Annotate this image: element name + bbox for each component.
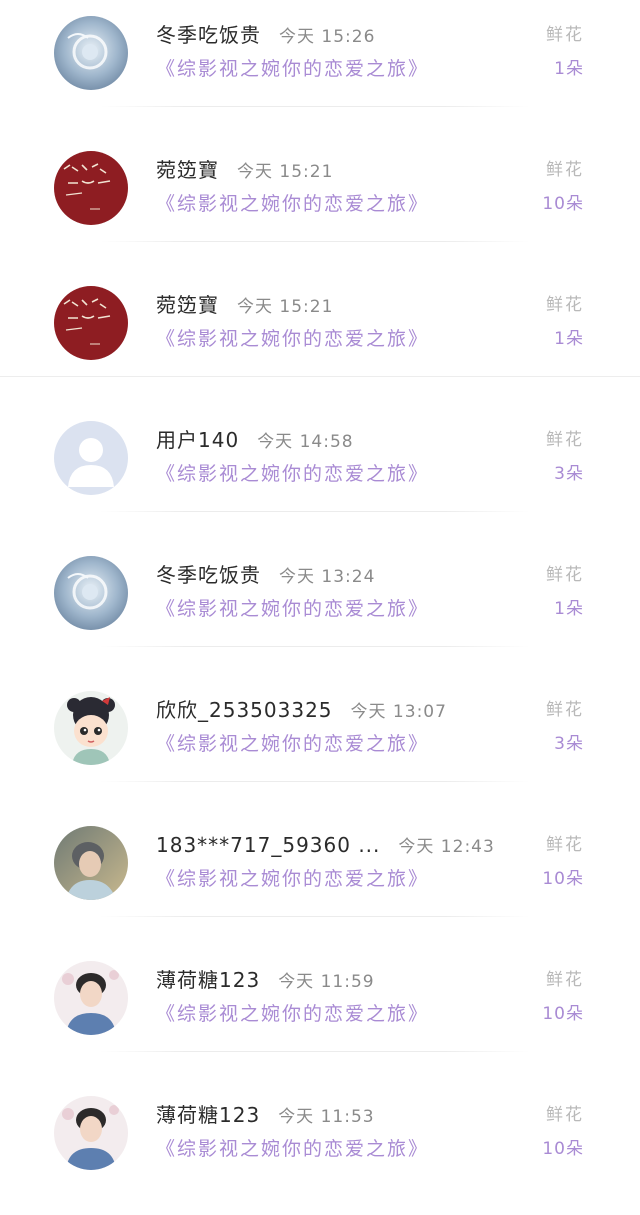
username[interactable]: 菀笾寶 [156, 158, 219, 182]
avatar[interactable] [54, 961, 128, 1035]
timestamp: 今天 15:21 [237, 297, 334, 317]
name-line: 菀笾寶 今天 15:21 [156, 155, 333, 185]
gift-count: 1朵 [554, 59, 584, 79]
divider [100, 511, 530, 512]
gift-label: 鲜花 [546, 700, 584, 720]
divider [0, 376, 640, 377]
book-title[interactable]: 《综影视之婉你的恋爱之旅》 [156, 1134, 429, 1164]
name-line: 薄荷糖123 今天 11:59 [156, 965, 375, 995]
red-calligraphy-avatar-icon [54, 151, 128, 225]
list-item[interactable]: 183***717_59360 ... 今天 12:43 《综影视之婉你的恋爱之旅… [0, 810, 640, 945]
book-title[interactable]: 《综影视之婉你的恋爱之旅》 [156, 864, 429, 894]
photo-boy-avatar-icon [54, 826, 128, 900]
gift-label: 鲜花 [546, 295, 584, 315]
timestamp: 今天 15:21 [237, 162, 334, 182]
gift-count: 10朵 [542, 1004, 584, 1024]
red-calligraphy-avatar-icon [54, 286, 128, 360]
book-title[interactable]: 《综影视之婉你的恋爱之旅》 [156, 324, 429, 354]
name-line: 薄荷糖123 今天 11:53 [156, 1100, 375, 1130]
book-title[interactable]: 《综影视之婉你的恋爱之旅》 [156, 999, 429, 1029]
list-item[interactable]: 冬季吃饭贵 今天 13:24 《综影视之婉你的恋爱之旅》 鲜花 1朵 [0, 540, 640, 675]
gift-record-list: 冬季吃饭贵 今天 15:26 《综影视之婉你的恋爱之旅》 鲜花 1朵 菀笾寶 今天 … [0, 0, 640, 1193]
list-item[interactable]: 薄荷糖123 今天 11:59 《综影视之婉你的恋爱之旅》 鲜花 10朵 [0, 945, 640, 1080]
gift-label: 鲜花 [546, 25, 584, 45]
gift-label: 鲜花 [546, 565, 584, 585]
boy-blue-sweater-avatar-icon [54, 961, 128, 1035]
gift-label: 鲜花 [546, 160, 584, 180]
gift-count: 10朵 [542, 1139, 584, 1159]
username[interactable]: 冬季吃饭贵 [156, 23, 261, 47]
timestamp: 今天 12:43 [398, 837, 495, 857]
avatar[interactable] [54, 421, 128, 495]
divider [100, 781, 530, 782]
avatar[interactable] [54, 16, 128, 90]
gift-label: 鲜花 [546, 970, 584, 990]
username[interactable]: 冬季吃饭贵 [156, 563, 261, 587]
gift-label: 鲜花 [546, 1105, 584, 1125]
gift-count: 10朵 [542, 194, 584, 214]
name-line: 用户140 今天 14:58 [156, 425, 354, 455]
book-title[interactable]: 《综影视之婉你的恋爱之旅》 [156, 729, 429, 759]
timestamp: 今天 14:58 [257, 432, 354, 452]
list-item[interactable]: 冬季吃饭贵 今天 15:26 《综影视之婉你的恋爱之旅》 鲜花 1朵 [0, 0, 640, 135]
avatar[interactable] [54, 556, 128, 630]
username[interactable]: 薄荷糖123 [156, 1103, 260, 1127]
name-line: 菀笾寶 今天 15:21 [156, 290, 333, 320]
cartoon-girl-avatar-icon [54, 691, 128, 765]
name-line: 183***717_59360 ... 今天 12:43 [156, 830, 495, 860]
username[interactable]: 183***717_59360 ... [156, 833, 380, 857]
book-title[interactable]: 《综影视之婉你的恋爱之旅》 [156, 459, 429, 489]
default-user-avatar-icon [54, 421, 128, 495]
list-item[interactable]: 欣欣_253503325 今天 13:07 《综影视之婉你的恋爱之旅》 鲜花 3朵 [0, 675, 640, 810]
gift-count: 1朵 [554, 599, 584, 619]
ice-flower-avatar-icon [54, 16, 128, 90]
name-line: 欣欣_253503325 今天 13:07 [156, 695, 447, 725]
gift-count: 3朵 [554, 734, 584, 754]
avatar[interactable] [54, 826, 128, 900]
avatar[interactable] [54, 1096, 128, 1170]
list-item[interactable]: 薄荷糖123 今天 11:53 《综影视之婉你的恋爱之旅》 鲜花 10朵 [0, 1080, 640, 1215]
gift-count: 1朵 [554, 329, 584, 349]
timestamp: 今天 13:07 [350, 702, 447, 722]
timestamp: 今天 15:26 [279, 27, 376, 47]
ice-flower-avatar-icon [54, 556, 128, 630]
timestamp: 今天 13:24 [279, 567, 376, 587]
avatar[interactable] [54, 691, 128, 765]
username[interactable]: 用户140 [156, 428, 239, 452]
divider [100, 916, 530, 917]
name-line: 冬季吃饭贵 今天 15:26 [156, 20, 375, 50]
avatar[interactable] [54, 151, 128, 225]
name-line: 冬季吃饭贵 今天 13:24 [156, 560, 375, 590]
book-title[interactable]: 《综影视之婉你的恋爱之旅》 [156, 189, 429, 219]
gift-label: 鲜花 [546, 430, 584, 450]
timestamp: 今天 11:59 [278, 972, 375, 992]
book-title[interactable]: 《综影视之婉你的恋爱之旅》 [156, 594, 429, 624]
list-item[interactable]: 菀笾寶 今天 15:21 《综影视之婉你的恋爱之旅》 鲜花 10朵 [0, 135, 640, 270]
gift-count: 10朵 [542, 869, 584, 889]
divider [100, 241, 530, 242]
list-item[interactable]: 菀笾寶 今天 15:21 《综影视之婉你的恋爱之旅》 鲜花 1朵 [0, 270, 640, 405]
gift-label: 鲜花 [546, 835, 584, 855]
list-item[interactable]: 用户140 今天 14:58 《综影视之婉你的恋爱之旅》 鲜花 3朵 [0, 405, 640, 540]
divider [100, 1051, 530, 1052]
avatar[interactable] [54, 286, 128, 360]
timestamp: 今天 11:53 [278, 1107, 375, 1127]
username[interactable]: 菀笾寶 [156, 293, 219, 317]
divider [100, 646, 530, 647]
username[interactable]: 薄荷糖123 [156, 968, 260, 992]
gift-count: 3朵 [554, 464, 584, 484]
username[interactable]: 欣欣_253503325 [156, 698, 333, 722]
boy-blue-sweater-avatar-icon [54, 1096, 128, 1170]
divider [100, 106, 530, 107]
book-title[interactable]: 《综影视之婉你的恋爱之旅》 [156, 54, 429, 84]
